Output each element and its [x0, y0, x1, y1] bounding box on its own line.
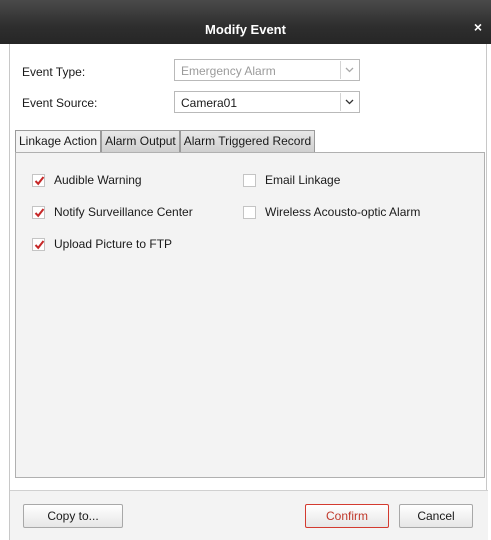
- upload-ftp-checkbox[interactable]: [32, 237, 45, 251]
- tab-linkage-action[interactable]: Linkage Action: [15, 130, 102, 153]
- checkmark-icon: [34, 175, 45, 185]
- audible-warning-option[interactable]: Audible Warning: [32, 173, 142, 187]
- audible-warning-label: Audible Warning: [54, 173, 142, 187]
- tab-alarm-output[interactable]: Alarm Output: [101, 130, 180, 152]
- audible-warning-checkbox[interactable]: [32, 173, 45, 187]
- dialog-body: Event Type: Emergency Alarm Event Source…: [9, 44, 488, 540]
- email-linkage-label: Email Linkage: [265, 173, 341, 187]
- event-type-select: Emergency Alarm: [174, 59, 360, 81]
- confirm-button[interactable]: Confirm: [305, 504, 389, 528]
- wireless-alarm-checkbox[interactable]: [243, 205, 256, 219]
- title-bar: Modify Event ×: [0, 0, 491, 44]
- event-source-value: Camera01: [181, 96, 238, 110]
- event-type-value: Emergency Alarm: [181, 64, 276, 78]
- tab-strip: Linkage Action Alarm Output Alarm Trigge…: [15, 130, 316, 153]
- notify-center-label: Notify Surveillance Center: [54, 205, 193, 219]
- window-title: Modify Event: [205, 22, 286, 37]
- chevron-down-icon: [340, 61, 358, 79]
- event-source-select[interactable]: Camera01: [174, 91, 360, 113]
- close-icon[interactable]: ×: [471, 20, 485, 34]
- dialog-footer: Copy to... Confirm Cancel: [10, 490, 488, 540]
- email-linkage-option[interactable]: Email Linkage: [243, 173, 340, 187]
- upload-ftp-label: Upload Picture to FTP: [54, 237, 173, 251]
- linkage-action-panel: Audible Warning Email Linkage Notify Sur…: [15, 152, 485, 478]
- upload-ftp-option[interactable]: Upload Picture to FTP: [32, 237, 172, 251]
- checkmark-icon: [34, 207, 45, 217]
- notify-center-option[interactable]: Notify Surveillance Center: [32, 205, 193, 219]
- tab-alarm-triggered-record[interactable]: Alarm Triggered Record: [179, 130, 316, 152]
- event-type-label: Event Type:: [22, 65, 86, 79]
- cancel-button[interactable]: Cancel: [399, 504, 473, 528]
- wireless-alarm-option[interactable]: Wireless Acousto-optic Alarm: [243, 205, 420, 219]
- event-source-label: Event Source:: [22, 96, 98, 110]
- chevron-down-icon[interactable]: [340, 93, 358, 111]
- email-linkage-checkbox[interactable]: [243, 173, 256, 187]
- notify-center-checkbox[interactable]: [32, 205, 45, 219]
- copy-to-button[interactable]: Copy to...: [23, 504, 123, 528]
- checkmark-icon: [34, 239, 45, 249]
- wireless-alarm-label: Wireless Acousto-optic Alarm: [265, 205, 421, 219]
